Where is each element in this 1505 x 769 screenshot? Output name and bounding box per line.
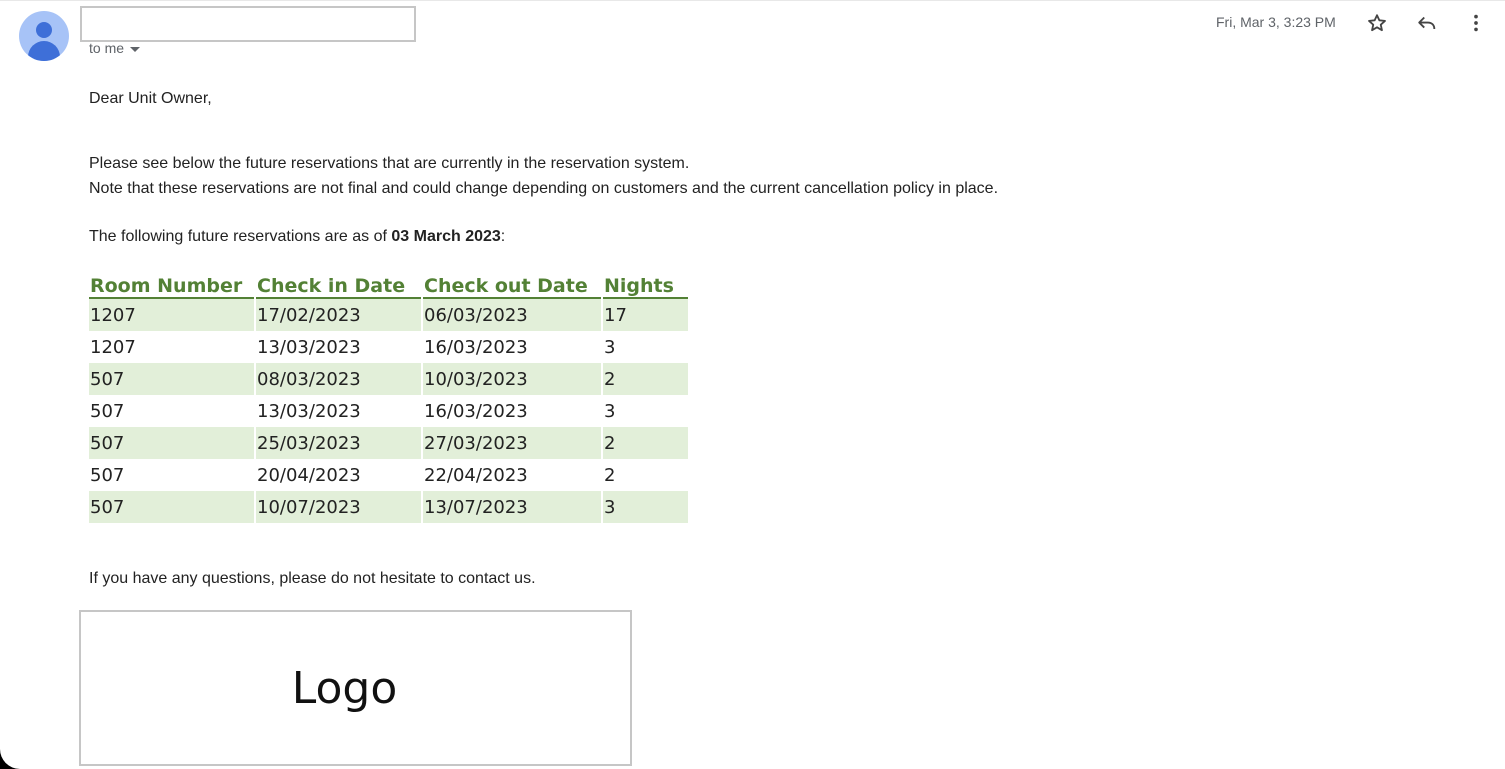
cell-check-out: 06/03/2023 xyxy=(423,299,601,331)
as-of-suffix: : xyxy=(500,228,506,245)
cell-check-in: 17/02/2023 xyxy=(256,299,421,331)
cell-room: 507 xyxy=(89,491,254,523)
cell-check-out: 27/03/2023 xyxy=(423,427,601,459)
star-button[interactable] xyxy=(1365,11,1389,35)
table-row: 507 13/03/2023 16/03/2023 3 xyxy=(89,395,688,427)
table-row: 1207 17/02/2023 06/03/2023 17 xyxy=(89,299,688,331)
closing-text: If you have any questions, please do not… xyxy=(89,570,536,587)
table-row: 507 08/03/2023 10/03/2023 2 xyxy=(89,363,688,395)
recipient-label: to me xyxy=(89,40,125,56)
cell-check-in: 10/07/2023 xyxy=(256,491,421,523)
cell-check-in: 13/03/2023 xyxy=(257,400,361,422)
sender-name-redacted xyxy=(80,6,416,42)
cell-room: 1207 xyxy=(90,336,136,358)
cell-nights: 3 xyxy=(603,491,688,523)
cell-check-in: 13/03/2023 xyxy=(257,336,361,358)
more-vert-icon xyxy=(1474,14,1478,32)
reply-button[interactable] xyxy=(1415,11,1439,35)
table-row: 507 25/03/2023 27/03/2023 2 xyxy=(89,427,688,459)
top-divider xyxy=(0,0,1505,1)
cell-room: 1207 xyxy=(89,299,254,331)
intro-line-1: Please see below the future reservations… xyxy=(89,155,690,172)
cell-room: 507 xyxy=(90,400,125,422)
reply-icon xyxy=(1418,16,1436,30)
cell-check-out: 10/03/2023 xyxy=(423,363,601,395)
recipient-details-toggle[interactable]: to me xyxy=(89,40,141,56)
table-row: 507 10/07/2023 13/07/2023 3 xyxy=(89,491,688,523)
as-of-prefix: The following future reservations are as… xyxy=(89,228,392,245)
logo-placeholder: Logo xyxy=(79,610,632,766)
intro-line-2: Note that these reservations are not fin… xyxy=(89,180,999,197)
cell-room: 507 xyxy=(89,363,254,395)
cell-nights: 2 xyxy=(604,464,616,486)
col-header-check-out: Check out Date xyxy=(423,270,601,299)
logo-text: Logo xyxy=(291,662,398,714)
cell-nights: 2 xyxy=(603,363,688,395)
cell-room: 507 xyxy=(90,464,125,486)
as-of-date: 03 March 2023 xyxy=(391,228,501,245)
greeting-text: Dear Unit Owner, xyxy=(89,90,212,107)
cell-check-in: 08/03/2023 xyxy=(256,363,421,395)
cell-nights: 17 xyxy=(603,299,688,331)
cell-check-out: 22/04/2023 xyxy=(424,464,528,486)
col-header-room: Room Number xyxy=(89,270,254,299)
star-icon xyxy=(1368,14,1386,32)
more-options-button[interactable] xyxy=(1464,11,1488,35)
cell-check-out: 13/07/2023 xyxy=(423,491,601,523)
col-header-nights: Nights xyxy=(603,270,688,299)
avatar-person-icon xyxy=(36,22,52,38)
as-of-line: The following future reservations are as… xyxy=(89,228,505,246)
message-date: Fri, Mar 3, 3:23 PM xyxy=(1216,14,1336,30)
cell-check-in: 20/04/2023 xyxy=(257,464,361,486)
reservations-table: Room Number Check in Date Check out Date… xyxy=(87,270,690,523)
cell-check-in: 25/03/2023 xyxy=(256,427,421,459)
caret-down-icon xyxy=(130,46,141,52)
cell-check-out: 16/03/2023 xyxy=(424,400,528,422)
table-header-row: Room Number Check in Date Check out Date… xyxy=(89,270,688,299)
cell-check-out: 16/03/2023 xyxy=(424,336,528,358)
cell-room: 507 xyxy=(89,427,254,459)
sender-avatar[interactable] xyxy=(19,11,69,61)
cell-nights: 2 xyxy=(603,427,688,459)
cell-nights: 3 xyxy=(604,400,616,422)
table-row: 507 20/04/2023 22/04/2023 2 xyxy=(89,459,688,491)
cell-nights: 3 xyxy=(604,336,616,358)
col-header-check-in: Check in Date xyxy=(256,270,421,299)
table-row: 1207 13/03/2023 16/03/2023 3 xyxy=(89,331,688,363)
